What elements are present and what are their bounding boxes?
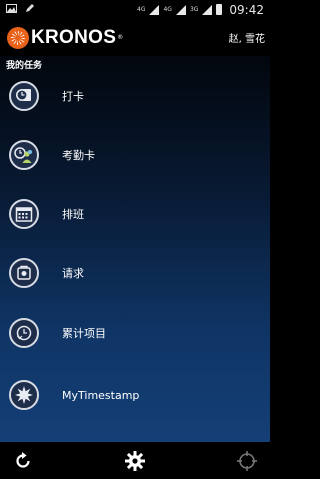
menu-item-mytimestamp[interactable]: MyTimestamp [0, 371, 270, 419]
status-time: 09:42 [229, 2, 264, 17]
network-indicator-2: 4G [163, 5, 172, 13]
kronos-logo-icon [7, 26, 29, 49]
menu-item-accruals[interactable]: 累计项目 [0, 309, 270, 357]
menu-item-label: 累计项目 [62, 327, 106, 340]
signal-icon-3 [202, 4, 213, 15]
status-bar: 4G 4G 3G 09:42 [0, 0, 270, 19]
edit-icon [25, 3, 35, 16]
logo-text: KRONOS [31, 26, 117, 48]
menu-item-punch[interactable]: 打卡 [0, 72, 270, 120]
network-indicator-3: 3G [189, 5, 199, 13]
signal-icon [149, 4, 160, 15]
timecard-icon [9, 140, 39, 170]
menu-item-label: 打卡 [62, 90, 84, 103]
app-header: KRONOS ® 赵, 雪花 [0, 19, 270, 56]
request-icon [9, 258, 39, 288]
user-name: 赵, 雪花 [228, 34, 265, 45]
menu-item-schedule[interactable]: 排班 [0, 190, 270, 238]
bottom-toolbar [0, 442, 270, 479]
refresh-icon[interactable] [10, 448, 36, 474]
menu-item-label: 请求 [62, 267, 84, 280]
menu-item-request[interactable]: 请求 [0, 249, 270, 297]
battery-icon [216, 4, 223, 15]
task-list: 我的任务 打卡 考勤卡 排班 请求 累计项目 MyTimestamp [0, 56, 270, 442]
timestamp-icon [9, 380, 39, 410]
accrual-icon [9, 318, 39, 348]
calendar-icon [9, 199, 39, 229]
settings-icon[interactable] [122, 448, 148, 474]
section-title: 我的任务 [6, 61, 43, 71]
menu-item-timecard[interactable]: 考勤卡 [0, 131, 270, 179]
kronos-logo: KRONOS ® [7, 26, 123, 49]
menu-item-label: 排班 [62, 208, 84, 221]
signal-icon-2 [175, 4, 186, 15]
image-icon [6, 3, 17, 16]
network-indicator-1: 4G [137, 5, 146, 13]
menu-item-label: 考勤卡 [62, 149, 95, 162]
navigation-icon[interactable] [234, 448, 260, 474]
menu-item-label: MyTimestamp [62, 388, 140, 402]
punch-clock-icon [9, 81, 39, 111]
